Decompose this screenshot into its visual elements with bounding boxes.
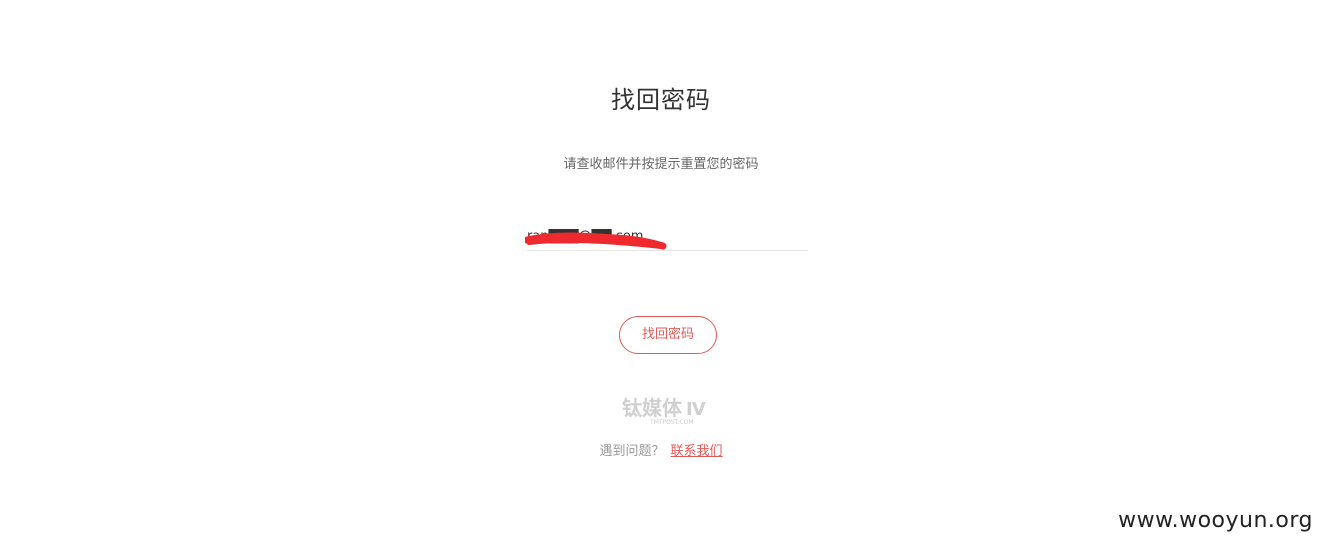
svg-text:Ⅳ: Ⅳ: [686, 399, 706, 420]
password-recovery-page: 找回密码 请查收邮件并按提示重置您的密码 找回密码 钛媒体 Ⅳ TMTPOST.…: [0, 0, 1322, 547]
help-line: 遇到问题？ 联系我们: [0, 440, 1322, 459]
tmtpost-logo: 钛媒体 Ⅳ TMTPOST.COM: [622, 396, 706, 426]
page-subtitle: 请查收邮件并按提示重置您的密码: [563, 157, 759, 172]
recover-password-button[interactable]: 找回密码: [619, 316, 717, 354]
contact-us-link[interactable]: 联系我们: [671, 444, 723, 459]
email-field-wrapper: [525, 224, 808, 251]
wooyun-watermark: www.wooyun.org: [1118, 508, 1313, 533]
page-title: 找回密码: [611, 86, 711, 114]
logo-text: 钛媒体: [622, 396, 683, 420]
help-question: 遇到问题？: [599, 444, 665, 459]
logo-tagline: TMTPOST.COM: [649, 419, 694, 426]
email-field[interactable]: [527, 224, 808, 248]
